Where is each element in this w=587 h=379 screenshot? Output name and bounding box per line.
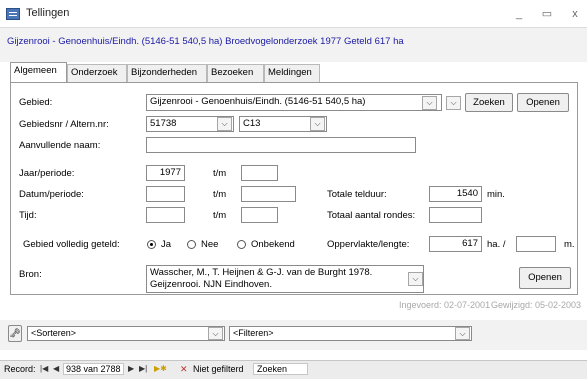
bron-dropdown-icon[interactable]: ⌵ xyxy=(408,272,423,286)
record-position-field[interactable]: 938 van 2788 xyxy=(63,363,124,375)
lengte-field[interactable] xyxy=(516,236,556,252)
gebied-combo[interactable]: Gijzenrooi - Genoenhuis/Eindh. (5146-51 … xyxy=(146,94,442,111)
next-record-icon[interactable]: ▶ xyxy=(128,364,134,373)
datum-tm-field[interactable] xyxy=(241,186,296,202)
tab-meldingen[interactable]: Meldingen xyxy=(264,64,320,82)
ingevoerd-date: Ingevoerd: 02-07-2001 xyxy=(399,300,491,310)
form-header: Gijzenrooi - Genoenhuis/Eindh. (5146-51 … xyxy=(0,28,587,62)
new-record-icon[interactable]: ▶✱ xyxy=(154,364,167,373)
gebied-extra-dropdown-icon[interactable]: ⌵ xyxy=(446,96,461,110)
record-navigation-bar: Record: |◀ ◀ 938 van 2788 ▶ ▶| ▶✱ ✕ Niet… xyxy=(0,360,587,379)
datum-label: Datum/periode: xyxy=(19,189,84,200)
filter-icon[interactable]: ✕ xyxy=(180,364,188,375)
tab-algemeen[interactable]: Algemeen xyxy=(10,62,67,83)
window-title: Tellingen xyxy=(26,7,70,19)
tab-panel-algemeen: Gebied: Gijzenrooi - Genoenhuis/Eindh. (… xyxy=(10,82,578,295)
jaar-field[interactable]: 1977 xyxy=(146,165,185,181)
datum-field[interactable] xyxy=(146,186,185,202)
footer-bar: 🗝 <Sorteren> ⌵ <Filteren> ⌵ xyxy=(0,320,587,350)
bron-openen-button[interactable]: Openen xyxy=(519,267,571,289)
oppervlakte-label: Oppervlakte/lengte: xyxy=(327,239,410,250)
tab-bijzonderheden[interactable]: Bijzonderheden xyxy=(127,64,207,82)
openen-button[interactable]: Openen xyxy=(517,93,569,112)
m-label: m. xyxy=(564,239,575,250)
form-icon xyxy=(6,8,20,20)
bron-label: Bron: xyxy=(19,269,42,280)
datum-tm-label: t/m xyxy=(213,189,227,200)
totaal-rondes-field[interactable] xyxy=(429,207,482,223)
gebied-label: Gebied: xyxy=(19,97,53,108)
gewijzigd-date: Gewijzigd: 05-02-2003 xyxy=(491,300,582,310)
radio-ja[interactable] xyxy=(147,240,156,249)
sorteren-combo[interactable]: <Sorteren> xyxy=(27,326,225,341)
title-bar: Tellingen _ ▭ x xyxy=(0,0,587,28)
gebiedsnr-dropdown-icon[interactable]: ⌵ xyxy=(217,117,232,131)
ha-label: ha. / xyxy=(487,239,506,250)
tab-label: Bezoeken xyxy=(211,67,254,78)
tab-label: Bijzonderheden xyxy=(131,67,198,78)
altern-nr-dropdown-icon[interactable]: ⌵ xyxy=(310,117,325,131)
radio-nee[interactable] xyxy=(187,240,196,249)
aanvullende-naam-label: Aanvullende naam: xyxy=(19,140,101,151)
jaar-tm-label: t/m xyxy=(213,168,227,179)
tab-label: Onderzoek xyxy=(71,67,118,78)
tijd-tm-field[interactable] xyxy=(241,207,278,223)
tab-label: Meldingen xyxy=(268,67,312,78)
tab-label: Algemeen xyxy=(14,65,57,76)
zoeken-button[interactable]: Zoeken xyxy=(465,93,513,112)
record-label: Record: xyxy=(4,364,36,374)
tijd-tm-label: t/m xyxy=(213,210,227,221)
radio-onbekend-label: Onbekend xyxy=(251,239,295,250)
gebied-dropdown-icon[interactable]: ⌵ xyxy=(422,96,437,110)
bron-combo[interactable]: Wasscher, M., T. Heijnen & G-J. van de B… xyxy=(146,265,424,293)
aanvullende-naam-field[interactable] xyxy=(146,137,416,153)
previous-record-icon[interactable]: ◀ xyxy=(53,364,59,373)
tijd-field[interactable] xyxy=(146,207,185,223)
jaar-label: Jaar/periode: xyxy=(19,168,75,179)
minimize-button[interactable]: _ xyxy=(510,6,528,22)
gebiedsnr-label: Gebiedsnr / Altern.nr: xyxy=(19,119,109,130)
tab-onderzoek[interactable]: Onderzoek xyxy=(67,64,127,82)
totale-telduur-label: Totale telduur: xyxy=(327,189,387,200)
radio-onbekend[interactable] xyxy=(237,240,246,249)
sorteren-dropdown-icon[interactable]: ⌵ xyxy=(208,327,223,340)
tab-bezoeken[interactable]: Bezoeken xyxy=(207,64,264,82)
close-button[interactable]: x xyxy=(566,6,584,22)
filter-status[interactable]: Niet gefilterd xyxy=(193,364,244,374)
filteren-combo[interactable]: <Filteren> xyxy=(229,326,472,341)
totaal-rondes-label: Totaal aantal rondes: xyxy=(327,210,416,221)
maximize-button[interactable]: ▭ xyxy=(538,6,556,22)
volledig-geteld-label: Gebied volledig geteld: xyxy=(23,239,120,250)
oppervlakte-field[interactable]: 617 xyxy=(429,236,482,252)
filteren-dropdown-icon[interactable]: ⌵ xyxy=(455,327,470,340)
first-record-icon[interactable]: |◀ xyxy=(40,364,48,373)
tijd-label: Tijd: xyxy=(19,210,37,221)
min-label: min. xyxy=(487,189,505,200)
jaar-tm-field[interactable] xyxy=(241,165,278,181)
radio-nee-label: Nee xyxy=(201,239,219,250)
header-summary: Gijzenrooi - Genoenhuis/Eindh. (5146-51 … xyxy=(7,36,404,47)
key-icon[interactable]: 🗝 xyxy=(8,325,22,342)
radio-ja-label: Ja xyxy=(161,239,172,250)
search-field[interactable]: Zoeken xyxy=(253,363,308,375)
totale-telduur-field[interactable]: 1540 xyxy=(429,186,482,202)
last-record-icon[interactable]: ▶| xyxy=(139,364,147,373)
